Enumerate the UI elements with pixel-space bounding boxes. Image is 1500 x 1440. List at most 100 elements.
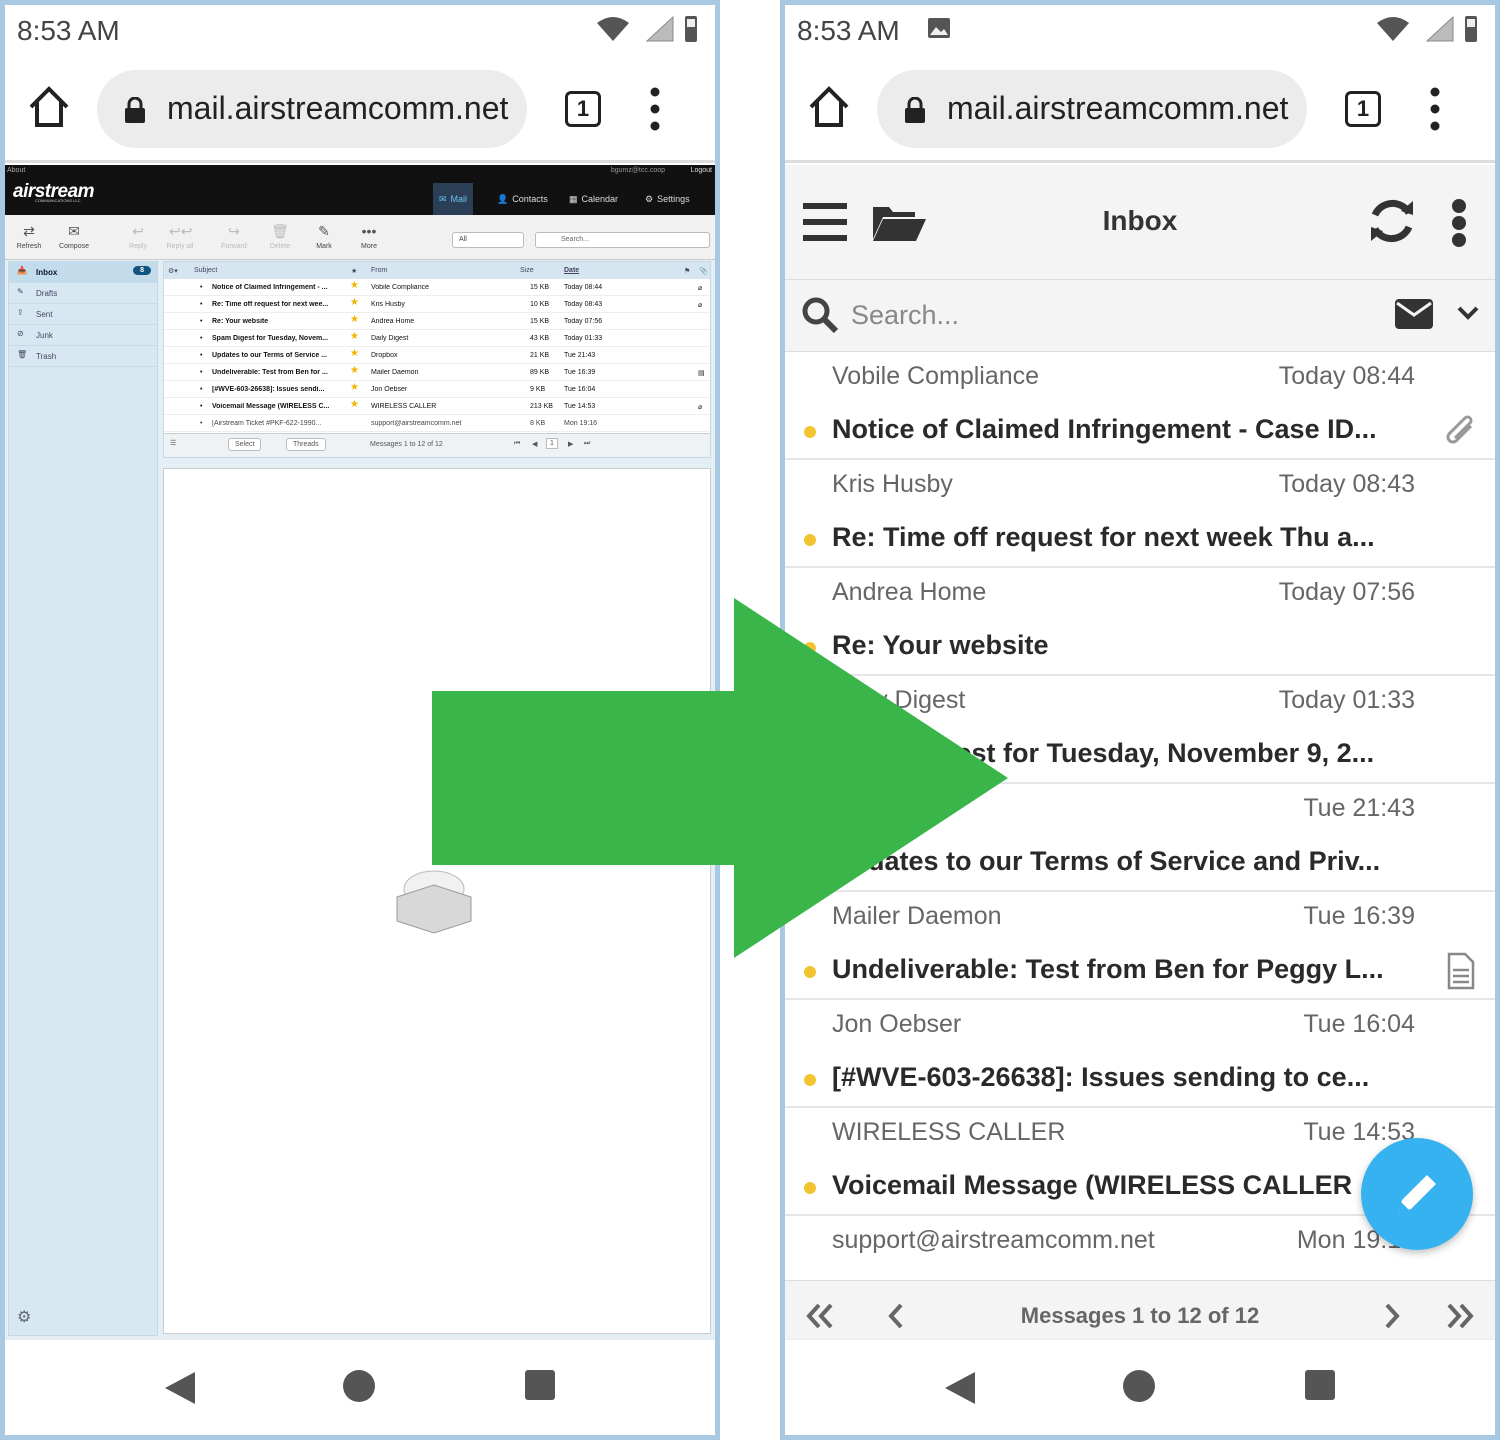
message-from: WIRELESS CALLER [832, 1118, 1066, 1146]
envelope-icon[interactable] [1395, 299, 1433, 329]
about-link[interactable]: About [7, 167, 25, 174]
message-from: Jon Oebser [832, 1010, 962, 1038]
row-size: 15 KB [530, 318, 550, 325]
col-from[interactable]: From [371, 267, 387, 274]
star-icon: ★ [350, 365, 359, 376]
recents-icon[interactable] [525, 1370, 555, 1400]
home-icon[interactable] [807, 85, 851, 129]
search-bar[interactable]: Search... [785, 280, 1495, 352]
page-number[interactable]: 1 [546, 438, 558, 449]
col-date[interactable]: Date [564, 267, 579, 274]
nav-home-icon[interactable] [343, 1370, 375, 1402]
tab-mail-label: Mail [450, 194, 468, 204]
url-text: mail.airstreamcomm.net [947, 90, 1289, 126]
threads-dropdown[interactable]: Threads [286, 438, 326, 451]
logout-link[interactable]: Logout [691, 167, 712, 174]
last-page-icon[interactable]: ⏭ [584, 440, 590, 448]
next-page-icon[interactable]: ▶ [568, 440, 573, 448]
list-item[interactable]: Kris Husby Today 08:43 Re: Time off reques… [785, 460, 1495, 568]
table-row[interactable]: • Undeliverable: Test from Ben for ... ★ Ma… [164, 364, 710, 381]
table-row[interactable]: • [#WVE-603-26638]: Issues sendi... ★ Jon O… [164, 381, 710, 398]
col-attachment-icon[interactable]: 📎 [699, 267, 708, 275]
reply-button[interactable]: ↩ Reply [119, 223, 157, 250]
table-row[interactable]: • Re: Your website ★ Andrea Home 15 KB Today … [164, 313, 710, 330]
paperclip-icon: ⌀ [698, 302, 703, 309]
prev-page-icon[interactable]: ◀ [532, 440, 537, 448]
table-row[interactable]: • Spam Digest for Tuesday, Novem... ★ Daily… [164, 330, 710, 347]
col-flag-icon[interactable]: ⚑ [684, 267, 690, 275]
tab-contacts[interactable]: 👤 Contacts [491, 183, 554, 215]
reply-all-button[interactable]: ↩↩ Reply all [161, 223, 199, 250]
search-input[interactable]: Search... [851, 300, 959, 331]
tab-switcher-button[interactable]: 1 [565, 91, 601, 127]
list-options-icon[interactable]: ⚙▾ [168, 267, 178, 275]
table-row[interactable]: • Notice of Claimed Infringement - ... ★ Vo… [164, 279, 710, 296]
more-button[interactable]: ••• More [350, 223, 388, 250]
next-page-icon[interactable] [1377, 1301, 1407, 1331]
forward-button[interactable]: ↪ Forward [215, 223, 253, 250]
message-date: Today 08:43 [1278, 470, 1415, 498]
tab-calendar[interactable]: ▦ Calendar [563, 183, 624, 215]
col-flag-star-icon[interactable]: ★ [351, 267, 357, 275]
home-icon[interactable] [27, 85, 71, 129]
table-row[interactable]: • Updates to our Terms of Service ... ★ Dro… [164, 347, 710, 364]
row-from: Dropbox [371, 352, 398, 359]
table-row[interactable]: • [Airstream Ticket #PKF-622-1990... suppo… [164, 415, 710, 432]
row-size: 9 KB [530, 386, 546, 393]
android-nav-bar [785, 1339, 1495, 1435]
browser-menu-icon[interactable] [1430, 87, 1440, 131]
row-from: support@airstreamcomm.net [371, 420, 462, 427]
browser-menu-icon[interactable] [650, 87, 660, 131]
refresh-icon[interactable] [1367, 195, 1417, 247]
chevron-down-icon[interactable] [1457, 306, 1479, 320]
table-row[interactable]: • Re: Time off request for next wee... ★ Kr… [164, 296, 710, 313]
folder-inbox[interactable]: 📥 Inbox 8 [9, 262, 157, 283]
list-item[interactable]: Vobile Compliance Today 08:44 Notice of Cl… [785, 352, 1495, 460]
url-field[interactable]: mail.airstreamcomm.net [877, 70, 1307, 148]
more-options-icon[interactable] [1451, 199, 1467, 247]
tab-settings[interactable]: ⚙ Settings [639, 183, 696, 215]
filter-select[interactable]: All [452, 232, 524, 248]
message-date: Today 01:33 [1278, 686, 1415, 714]
refresh-button[interactable]: ⇄ Refresh [10, 223, 48, 250]
folder-junk[interactable]: ⊘ Junk [9, 325, 157, 346]
unread-dot-icon [804, 1182, 816, 1194]
row-subject: Undeliverable: Test from Ben for ... [212, 369, 328, 376]
first-page-icon[interactable]: ⏮ [514, 440, 520, 448]
last-page-icon[interactable] [1445, 1301, 1475, 1331]
nav-home-icon[interactable] [1123, 1370, 1155, 1402]
paperclip-icon [1446, 415, 1473, 444]
mark-button[interactable]: ✎ Mark [305, 223, 343, 250]
back-icon[interactable] [161, 1368, 201, 1408]
row-from: Kris Husby [371, 301, 405, 308]
table-row[interactable]: • Voicemail Message (WIRELESS C... ★ WIRELE… [164, 398, 710, 415]
tab-mail[interactable]: ✉ Mail [433, 183, 474, 215]
list-header: ⚙▾ Subject ★ From Size Date ⚑ 📎 [164, 262, 710, 279]
col-subject[interactable]: Subject [194, 267, 217, 274]
row-from: WIRELESS CALLER [371, 403, 437, 410]
folder-drafts[interactable]: ✎ Drafts [9, 283, 157, 304]
row-date: Tue 16:04 [564, 386, 596, 393]
compose-button[interactable]: ✉ Compose [55, 223, 93, 250]
list-item[interactable]: Jon Oebser Tue 16:04 [#WVE-603-26638]: Iss… [785, 1000, 1495, 1108]
back-icon[interactable] [941, 1368, 981, 1408]
refresh-icon: ⇄ [23, 223, 35, 239]
url-field[interactable]: mail.airstreamcomm.net [97, 70, 527, 148]
folder-sent[interactable]: ⇪ Sent [9, 304, 157, 325]
compose-fab-button[interactable] [1361, 1138, 1473, 1250]
folder-trash[interactable]: 🗑 Trash [9, 346, 157, 367]
delete-button[interactable]: 🗑 Delete [261, 223, 299, 250]
rc-search-input[interactable]: Search... [535, 232, 710, 248]
folder-trash-label: Trash [36, 352, 57, 361]
list-mode-icon[interactable]: ☰ [170, 439, 176, 447]
folder-inbox-label: Inbox [36, 268, 58, 277]
folder-settings-gear-icon[interactable]: ⚙ [17, 1307, 31, 1327]
recents-icon[interactable] [1305, 1370, 1335, 1400]
tab-switcher-button[interactable]: 1 [1345, 91, 1381, 127]
col-size[interactable]: Size [520, 267, 534, 274]
row-subject: [Airstream Ticket #PKF-622-1990... [212, 420, 322, 427]
drafts-icon: ✎ [17, 287, 24, 296]
select-dropdown[interactable]: Select [228, 438, 262, 451]
document-icon [1447, 952, 1475, 990]
row-size: 89 KB [530, 369, 550, 376]
